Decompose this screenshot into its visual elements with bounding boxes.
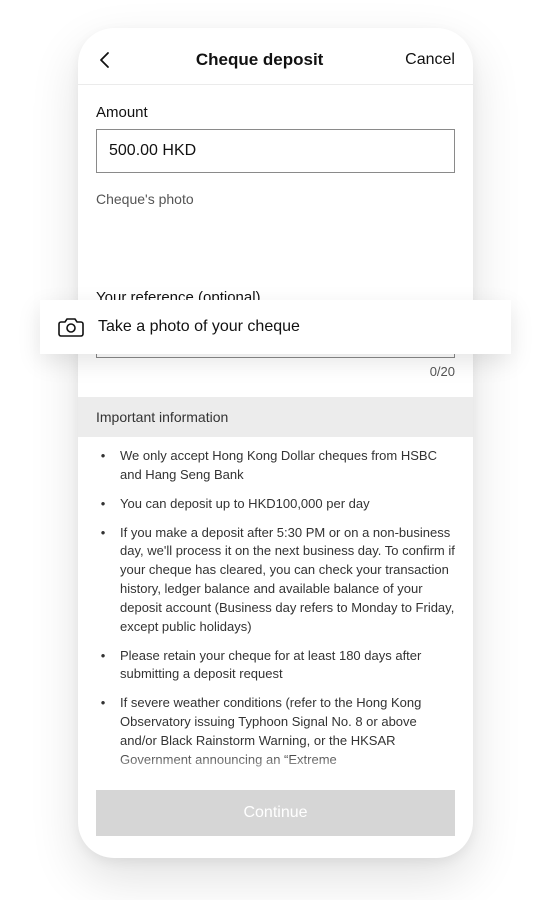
back-button[interactable] (96, 51, 114, 69)
info-bullet: • We only accept Hong Kong Dollar cheques… (96, 447, 455, 485)
amount-input[interactable]: 500.00 HKD (96, 129, 455, 173)
header-bar: Cheque deposit Cancel (78, 28, 473, 85)
info-bullet-text: If severe weather conditions (refer to t… (120, 694, 455, 769)
bullet-dot-icon: • (96, 524, 110, 637)
info-bullet: • You can deposit up to HKD100,000 per da… (96, 495, 455, 514)
phone-frame: Cheque deposit Cancel Amount 500.00 HKD … (78, 28, 473, 858)
important-info-header: Important information (78, 397, 473, 437)
continue-button[interactable]: Continue (96, 790, 455, 836)
bullet-dot-icon: • (96, 647, 110, 685)
info-bullet-text: If you make a deposit after 5:30 PM or o… (120, 524, 455, 637)
info-bullet: •If severe weather conditions (refer to … (96, 694, 455, 769)
info-bullet: • Please retain your cheque for at least … (96, 647, 455, 685)
take-photo-label: Take a photo of your cheque (98, 318, 300, 336)
amount-label: Amount (96, 104, 455, 121)
cheque-photo-label: Cheque's photo (96, 191, 455, 207)
important-info-body: • We only accept Hong Kong Dollar cheques… (78, 437, 473, 770)
chevron-left-icon (98, 51, 112, 69)
page-title: Cheque deposit (196, 50, 324, 70)
content-area: Amount 500.00 HKD Cheque's photo Your re… (78, 88, 473, 858)
info-bullet-text: Please retain your cheque for at least 1… (120, 647, 455, 685)
reference-char-count: 0/20 (96, 364, 455, 379)
bullet-dot-icon: • (96, 694, 110, 769)
important-info-section: Important information • We only accept Ho… (78, 397, 473, 770)
info-bullet: •If you make a deposit after 5:30 PM or … (96, 524, 455, 637)
info-bullet-text: We only accept Hong Kong Dollar cheques … (120, 447, 455, 485)
camera-icon (58, 316, 84, 338)
cancel-button[interactable]: Cancel (405, 51, 455, 69)
info-bullet-text: You can deposit up to HKD100,000 per day (120, 495, 370, 514)
amount-section: Amount 500.00 HKD Cheque's photo (78, 88, 473, 207)
bullet-dot-icon: • (96, 447, 110, 485)
continue-button-label: Continue (243, 804, 307, 822)
bullet-dot-icon: • (96, 495, 110, 514)
take-photo-card[interactable]: Take a photo of your cheque (40, 300, 511, 354)
